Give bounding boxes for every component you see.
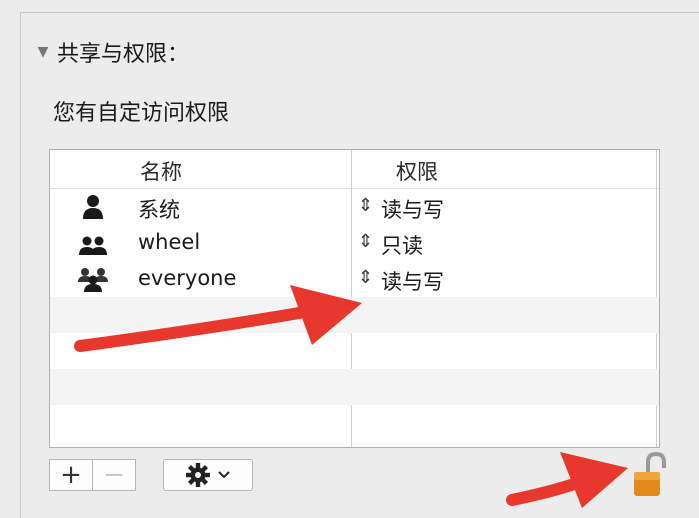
everyone-icon (78, 268, 108, 292)
column-header-permission[interactable]: 权限 (396, 156, 438, 186)
disclosure-triangle-icon[interactable]: ▼ (35, 44, 51, 60)
popup-stepper-icon[interactable]: ⇕ (358, 231, 373, 252)
empty-row (50, 369, 659, 405)
remove-button[interactable]: − (93, 459, 136, 491)
add-button[interactable]: + (49, 459, 93, 491)
add-remove-group: + − (49, 459, 136, 491)
row-permission[interactable]: 读与写 (381, 194, 444, 224)
access-note: 您有自定访问权限 (53, 101, 230, 126)
row-name: wheel (138, 230, 201, 254)
empty-row (50, 297, 659, 333)
table-header: 名称 权限 (50, 150, 659, 189)
permissions-table[interactable]: 名称 权限 系统 ⇕ 读与写 wheel ⇕ 只读 everyone ⇕ 读与写 (49, 149, 660, 448)
row-name: everyone (138, 266, 237, 290)
group-icon (79, 236, 107, 255)
top-sliver (0, 0, 699, 12)
sharing-section-header[interactable]: ▼ 共享与权限： (35, 36, 189, 68)
empty-row (50, 333, 659, 369)
section-title: 共享与权限： (57, 42, 190, 67)
lock-open-icon[interactable] (628, 452, 668, 500)
table-row[interactable]: everyone ⇕ 读与写 (50, 261, 659, 297)
row-permission[interactable]: 只读 (381, 230, 423, 260)
empty-row (50, 405, 659, 441)
column-header-name[interactable]: 名称 (140, 156, 182, 186)
row-permission[interactable]: 读与写 (381, 266, 444, 296)
gear-icon (186, 463, 210, 487)
popup-stepper-icon[interactable]: ⇕ (358, 267, 373, 288)
popup-stepper-icon[interactable]: ⇕ (358, 195, 373, 216)
table-row[interactable]: 系统 ⇕ 读与写 (50, 189, 659, 225)
table-rows: 系统 ⇕ 读与写 wheel ⇕ 只读 everyone ⇕ 读与写 (50, 189, 659, 441)
single-user-icon (83, 195, 103, 219)
action-menu-button[interactable] (163, 459, 253, 491)
table-row[interactable]: wheel ⇕ 只读 (50, 225, 659, 261)
row-name: 系统 (138, 198, 180, 222)
chevron-down-icon (218, 471, 230, 479)
